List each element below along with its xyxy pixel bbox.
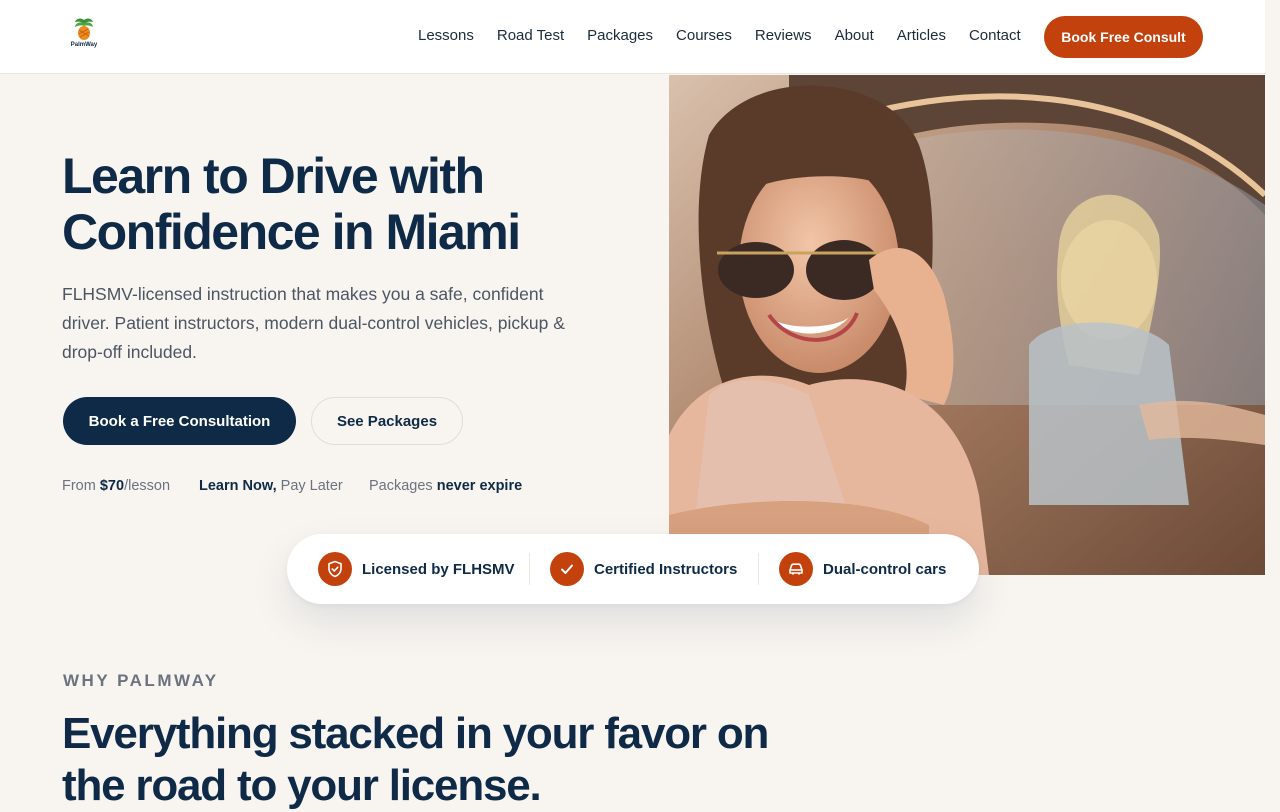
trust-label-licensed: Licensed by FLHSMV [362,560,515,578]
nav-reviews[interactable]: Reviews [755,24,812,48]
nav-courses[interactable]: Courses [676,24,732,48]
hero-image [669,75,1265,575]
nav-lessons[interactable]: Lessons [418,24,474,48]
pay-later-text: Pay Later [276,478,343,494]
hero-title-line-2: Confidence in Miami [62,204,521,260]
packages-prefix: Packages [369,478,437,494]
hero-title-line-1: Learn to Drive with [62,148,485,204]
price-fact: From $70/lesson [62,478,170,494]
checkmark-icon [550,552,584,586]
trust-item-licensed: Licensed by FLHSMV [318,551,515,587]
page-edge [1265,0,1280,800]
hero-title: Learn to Drive with Confidence in Miami [62,148,622,260]
nav-packages[interactable]: Packages [587,24,653,48]
palmway-logo[interactable]: PalmWay [66,16,102,58]
trust-item-dual-control: Dual-control cars [779,551,946,587]
section-title: Everything stacked in your favor on the … [62,709,769,810]
nav-contact[interactable]: Contact [969,24,1021,48]
logo-text: PalmWay [70,42,98,48]
book-free-consult-button[interactable]: Book Free Consult [1044,16,1203,58]
see-packages-button[interactable]: See Packages [311,397,463,445]
nav-about[interactable]: About [835,24,874,48]
price-prefix: From [62,478,100,494]
steering-car-icon [779,552,813,586]
trust-divider [758,553,759,585]
trust-label-instructors: Certified Instructors [594,560,738,578]
trust-item-instructors: Certified Instructors [550,551,737,587]
price-suffix: /lesson [124,478,171,494]
nav-road-test[interactable]: Road Test [497,24,564,48]
section-eyebrow: WHY PALMWAY [63,671,219,690]
trust-divider [529,553,530,585]
price-value: $70 [99,478,125,494]
pay-later-fact: Learn Now, Pay Later [199,478,343,494]
book-consultation-button[interactable]: Book a Free Consultation [63,397,296,445]
driving-students-photo [669,75,1265,575]
learn-now-text: Learn Now, [199,478,277,494]
palm-logo-icon [75,18,93,40]
trust-label-dual-control: Dual-control cars [823,560,947,578]
packages-fact: Packages never expire [369,478,522,494]
hero-subtitle: FLHSMV-licensed instruction that makes y… [62,284,565,362]
trust-bar: Licensed by FLHSMV Certified Instructors… [287,534,979,604]
site-header: PalmWay Lessons Road Test Packages Cours… [0,0,1265,74]
nav-articles[interactable]: Articles [897,24,946,48]
shield-check-icon [318,552,352,586]
main-nav: Lessons Road Test Packages Courses Revie… [418,24,1021,48]
never-expire-text: never expire [436,478,523,494]
